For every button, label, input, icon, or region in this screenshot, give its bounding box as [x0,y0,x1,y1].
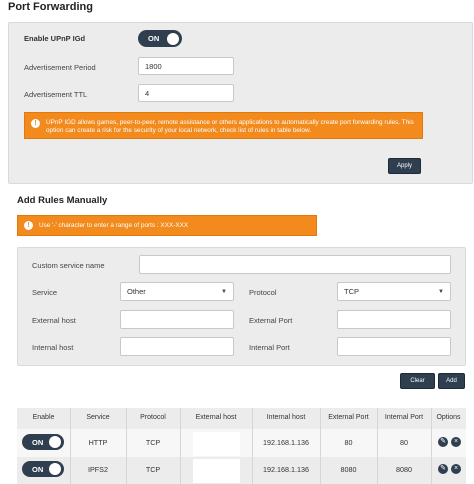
col-header-service: Service [86,414,110,421]
int-host-label: Internal host [32,343,74,352]
close-icon[interactable]: × [451,464,461,474]
ext-host-input[interactable] [120,310,234,329]
service-name-input[interactable] [139,255,451,274]
col-header-protocol: Protocol [140,414,166,421]
ext-port-input[interactable] [337,310,451,329]
port-range-hint: ! Use '-' character to enter a range of … [17,215,317,236]
row-internal-port: 80 [400,438,408,447]
adv-period-label: Advertisement Period [24,63,96,72]
toggle-knob [167,32,179,45]
protocol-select-value: TCP [344,287,359,296]
toggle-state: ON [32,437,44,447]
row-internal-host: 192.168.1.136 [263,438,309,447]
ext-port-label: External Port [249,316,293,325]
int-port-label: Internal Port [249,343,290,352]
row-enable-toggle[interactable]: ON [22,461,64,477]
upnp-enable-toggle[interactable]: ON [138,30,182,47]
adv-ttl-label: Advertisement TTL [24,90,88,99]
service-select[interactable]: Other ▼ [120,282,234,301]
row-protocol: TCP [145,438,161,447]
add-button[interactable]: Add [438,373,465,389]
toggle-knob [49,436,61,448]
service-select-value: Other [127,287,146,296]
row-service: IPFS2 [88,465,108,474]
pencil-icon[interactable]: ✎ [438,437,448,447]
row-enable-toggle[interactable]: ON [22,434,64,450]
upnp-warning-text: UPnP IGD allows games, peer-to-peer, rem… [46,119,414,134]
add-rules-title: Add Rules Manually [17,195,108,206]
int-host-input[interactable] [120,337,234,356]
row-external-port: 80 [344,438,353,447]
service-label: Service [32,288,58,297]
row-internal-host: 192.168.1.136 [263,465,309,474]
ext-host-label: External host [32,316,76,325]
row-external-host [193,459,240,483]
port-range-hint-text: Use '-' character to enter a range of po… [39,222,189,229]
page-title: Port Forwarding [8,1,93,13]
toggle-state: ON [32,464,44,474]
chevron-down-icon: ▼ [221,288,227,295]
col-header-internal-host: Internal host [266,414,306,421]
row-internal-port: 8080 [396,465,412,474]
apply-button[interactable]: Apply [388,158,421,174]
upnp-enable-label: Enable UPnP IGd [24,34,86,43]
clear-button[interactable]: Clear [400,373,435,389]
protocol-select[interactable]: TCP ▼ [337,282,451,301]
adv-ttl-input[interactable]: 4 [138,84,234,102]
row-service: HTTP [88,438,108,447]
col-header-external-host: External host [195,414,237,421]
protocol-label: Protocol [249,288,277,297]
toggle-knob [49,463,61,475]
col-header-options: Options [436,414,461,421]
service-name-label: Custom service name [32,261,105,270]
col-header-external-port: External Port [328,414,369,421]
col-header-internal-port: Internal Port [384,414,424,421]
row-external-host [193,432,240,456]
close-icon[interactable]: × [451,437,461,447]
chevron-down-icon: ▼ [438,288,444,295]
pencil-icon[interactable]: ✎ [438,464,448,474]
int-port-input[interactable] [337,337,451,356]
toggle-state: ON [148,34,160,43]
info-icon: ! [24,221,33,230]
info-icon: ! [31,119,40,128]
row-external-port: 8080 [340,465,357,474]
row-protocol: TCP [145,465,161,474]
adv-period-input[interactable]: 1800 [138,57,234,75]
col-header-enable: Enable [32,414,55,421]
upnp-warning-note: ! UPnP IGD allows games, peer-to-peer, r… [24,112,423,139]
